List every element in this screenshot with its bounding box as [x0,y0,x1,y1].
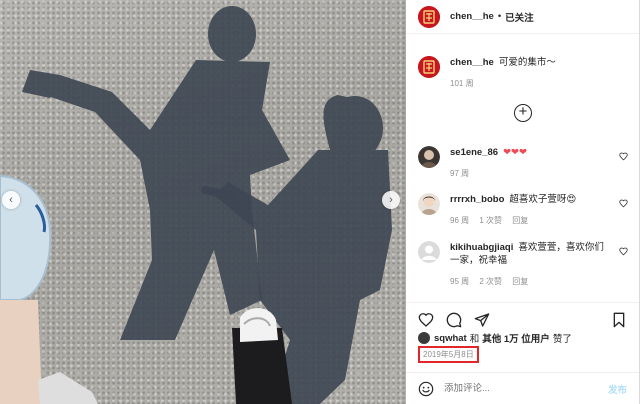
portrait-avatar-icon [418,193,440,215]
caption-body: chen__he 可爱的集市～ 101 周 [450,56,556,90]
like-comment-heart-icon[interactable] [619,199,628,208]
comment-meta: 95 周 2 次赞 回复 [450,275,610,288]
portrait-avatar-icon [418,146,440,168]
comment-item: rrrrxh_bobo 超喜欢子萱呀😍 96 周 1 次赞 回复 [418,193,628,227]
comment-item: kikihuabgjiaqi 喜欢萱萱，喜欢你们一家，祝幸福 95 周 2 次赞 … [418,241,628,288]
caption-username[interactable]: chen__he [450,57,494,68]
add-comment-bar: 发布 [406,372,639,404]
carousel-prev-button[interactable]: ‹ [2,191,20,209]
like-comment-heart-icon[interactable] [619,247,628,256]
comment-body: kikihuabgjiaqi 喜欢萱萱，喜欢你们一家，祝幸福 95 周 2 次赞 … [450,241,610,288]
comment-reply-button[interactable]: 回复 [512,216,528,225]
comment-body: se1ene_86 ❤❤❤ 97 周 [450,146,610,180]
shadow-photo [0,6,392,404]
default-avatar-icon [418,241,440,263]
emoji-smiley-icon[interactable] [418,381,434,397]
comment-username[interactable]: kikihuabgjiaqi [450,242,513,253]
likes-summary: sqwhat 和 其他 1万 位用户 赞了 [418,331,572,345]
share-plane-icon[interactable] [474,312,490,328]
like-comment-heart-icon[interactable] [619,152,628,161]
caption-time[interactable]: 101 周 [450,77,556,90]
commenter-avatar[interactable] [418,146,440,168]
caption-text: 可爱的集市～ [498,57,556,68]
commenter-avatar[interactable] [418,193,440,215]
comment-bubble-icon[interactable] [446,312,462,328]
comment-reply-button[interactable]: 回复 [512,277,528,286]
following-button[interactable]: 已关注 [505,10,534,24]
comment-username[interactable]: rrrrxh_bobo [450,194,504,205]
comment-text: 超喜欢子萱呀😍 [509,194,577,205]
comment-input[interactable] [444,383,608,394]
post-header: chen__he • 已关注 [406,0,639,34]
liker-username[interactable]: sqwhat [434,333,467,344]
seal-logo-icon [418,5,440,28]
like-heart-icon[interactable] [418,312,434,328]
caption-avatar[interactable] [418,56,440,78]
comment-body: rrrrxh_bobo 超喜欢子萱呀😍 96 周 1 次赞 回复 [450,193,610,227]
author-avatar[interactable] [418,5,440,28]
liker-avatar[interactable] [418,332,430,344]
post-comment-button[interactable]: 发布 [608,382,627,396]
commenter-avatar[interactable] [418,241,440,263]
comment-likes[interactable]: 1 次赞 [479,216,502,225]
post-action-bar [406,302,639,332]
seal-logo-icon [418,56,440,78]
load-more-comments-button[interactable]: + [514,104,532,122]
comment-meta: 96 周 1 次赞 回复 [450,214,610,227]
comment-likes[interactable]: 2 次赞 [479,277,502,286]
likes-count-link[interactable]: 其他 1万 位用户 [482,331,550,345]
likes-connector: 和 [469,334,480,345]
likes-suffix: 赞了 [552,334,572,345]
comment-time[interactable]: 96 周 [450,216,469,225]
post-date[interactable]: 2019年5月8日 [418,346,479,363]
carousel-next-button[interactable]: › [382,191,400,209]
post-dialog: ‹ › chen__he • 已关注 chen__he 可爱的集市～ 101 周… [0,0,640,404]
author-username[interactable]: chen__he [450,11,494,22]
post-photo[interactable]: ‹ › [0,0,406,404]
bookmark-icon[interactable] [611,312,627,328]
comment-time[interactable]: 95 周 [450,277,469,286]
separator-dot: • [497,11,502,22]
comment-item: se1ene_86 ❤❤❤ 97 周 [418,146,628,180]
comment-text: ❤❤❤ [503,147,527,158]
post-side-panel: chen__he • 已关注 chen__he 可爱的集市～ 101 周 + s… [406,0,639,404]
post-caption: chen__he 可爱的集市～ 101 周 [418,56,556,90]
comment-meta: 97 周 [450,167,610,180]
comment-username[interactable]: se1ene_86 [450,147,498,158]
comment-time[interactable]: 97 周 [450,169,469,178]
